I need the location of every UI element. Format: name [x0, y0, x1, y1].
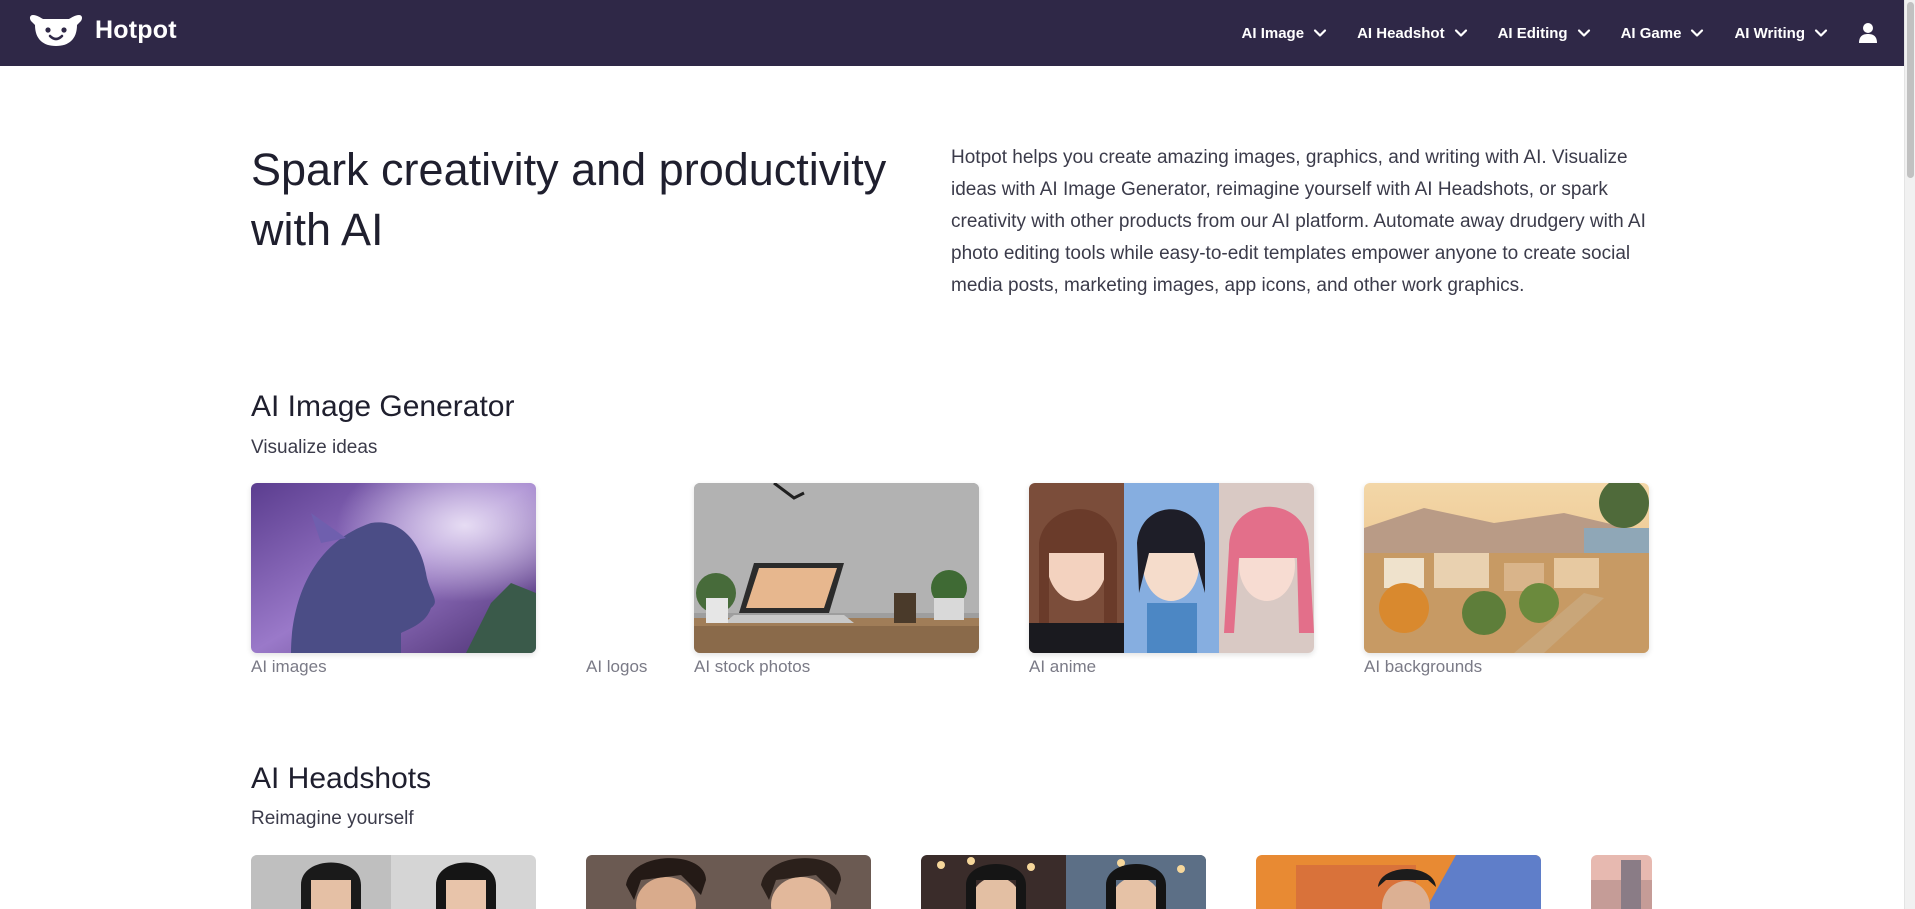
nav-ai-headshot[interactable]: AI Headshot: [1357, 25, 1468, 42]
headshot-thumbnail: [1591, 855, 1652, 909]
card-label: AI stock photos: [694, 657, 811, 676]
headshot-thumbnail: [251, 855, 536, 909]
user-icon[interactable]: [1858, 22, 1878, 44]
ai-images-thumbnail: [251, 483, 536, 653]
nav-ai-writing-label: AI Writing: [1734, 24, 1805, 42]
bear-face-icon: [29, 15, 83, 46]
card-ai-stock-photos[interactable]: AI stock photos: [694, 483, 979, 676]
hero-title: Spark creativity and productivity with A…: [251, 144, 887, 255]
headshot-card-4[interactable]: [1256, 855, 1541, 909]
headshot-thumbnail: [921, 855, 1206, 909]
card-label: AI images: [251, 657, 327, 676]
chevron-down-icon: [1454, 29, 1467, 37]
page-scrollbar[interactable]: [1904, 0, 1915, 909]
chevron-down-icon: [1577, 29, 1590, 37]
section-title-ai-headshots: AI Headshots: [251, 762, 432, 795]
headshot-thumbnail: [586, 855, 871, 909]
section-subtitle-reimagine-yourself: Reimagine yourself: [251, 808, 414, 829]
headshot-thumbnail: [1256, 855, 1541, 909]
card-ai-backgrounds[interactable]: AI backgrounds: [1364, 483, 1649, 676]
nav-ai-game[interactable]: AI Game: [1621, 25, 1705, 42]
section-title-ai-image-generator: AI Image Generator: [251, 390, 515, 423]
chevron-down-icon: [1691, 29, 1704, 37]
ai-stock-photos-thumbnail: [694, 483, 979, 653]
headshot-card-2[interactable]: [586, 855, 871, 909]
headshot-card-1[interactable]: [251, 855, 536, 909]
nav-ai-editing-label: AI Editing: [1497, 24, 1568, 42]
card-label: AI logos: [586, 657, 648, 676]
headshot-card-5[interactable]: [1591, 855, 1652, 909]
hero-description: Hotpot helps you create amazing images, …: [951, 147, 1646, 296]
chevron-down-icon: [1313, 29, 1327, 37]
ai-backgrounds-thumbnail: [1364, 483, 1649, 653]
nav-ai-game-label: AI Game: [1620, 24, 1682, 42]
headshot-card-3[interactable]: [921, 855, 1206, 909]
nav-ai-image[interactable]: AI Image: [1242, 25, 1328, 42]
scrollbar-thumb[interactable]: [1907, 2, 1914, 178]
ai-anime-thumbnail: [1029, 483, 1314, 653]
chevron-down-icon: [1814, 29, 1828, 37]
card-ai-anime[interactable]: AI anime: [1029, 483, 1314, 676]
nav-ai-headshot-label: AI Headshot: [1357, 24, 1445, 42]
logo[interactable]: Hotpot: [29, 13, 177, 47]
card-label: AI backgrounds: [1364, 657, 1483, 676]
nav-ai-image-label: AI Image: [1241, 24, 1305, 42]
section-subtitle-visualize-ideas: Visualize ideas: [251, 437, 378, 458]
logo-text: Hotpot: [95, 15, 177, 44]
card-ai-images[interactable]: AI images: [251, 483, 536, 676]
nav-ai-writing[interactable]: AI Writing: [1734, 25, 1828, 42]
card-label: AI anime: [1029, 657, 1097, 676]
main-nav: AI Image AI Headshot AI Editing AI Game …: [1242, 0, 1904, 66]
nav-ai-editing[interactable]: AI Editing: [1498, 25, 1591, 42]
top-navbar: Hotpot AI Image AI Headshot AI Editing A…: [0, 0, 1904, 66]
